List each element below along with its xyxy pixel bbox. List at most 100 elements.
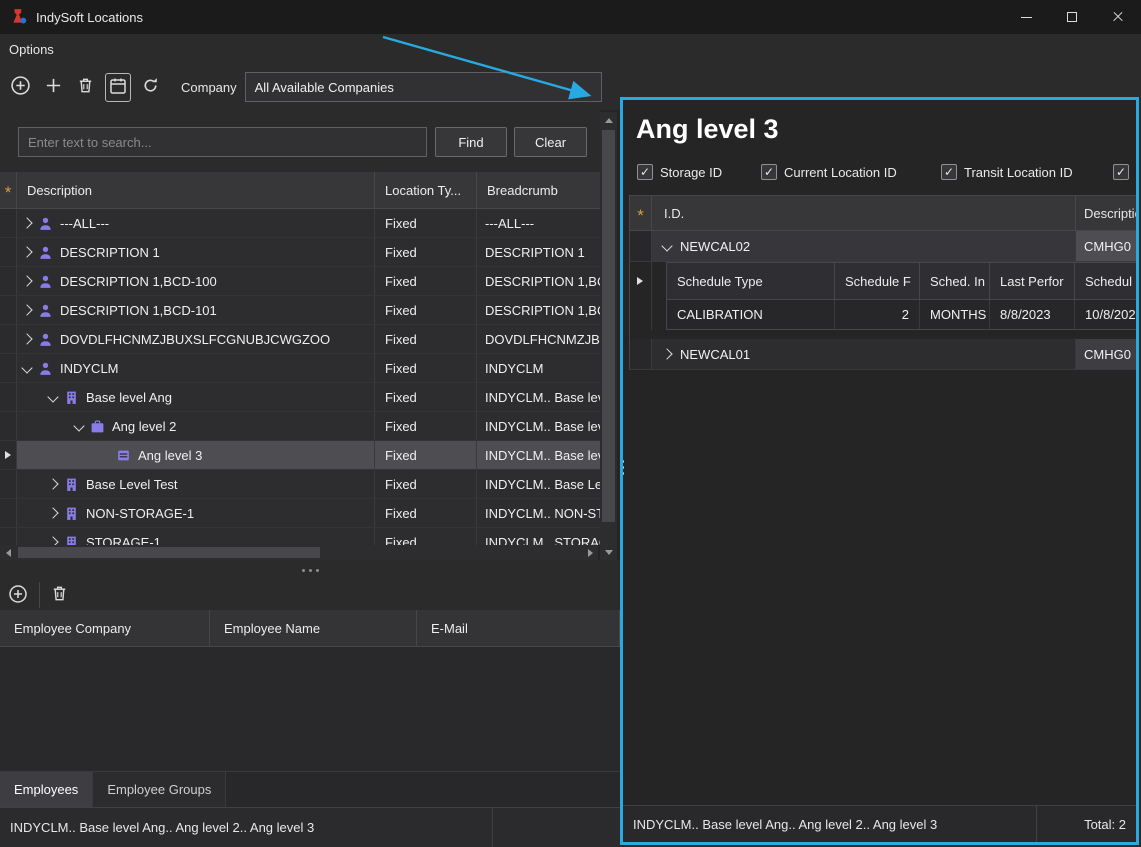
- column-header-description[interactable]: Description: [17, 172, 375, 208]
- scroll-right-button[interactable]: [582, 545, 598, 560]
- building-icon: [64, 535, 79, 546]
- expand-chevron-icon[interactable]: [21, 275, 32, 286]
- location-tree-row[interactable]: STORAGE-1 Fixed INDYCLM.. STORAGE-1: [0, 528, 600, 545]
- location-tree-row[interactable]: DESCRIPTION 1 Fixed DESCRIPTION 1: [0, 238, 600, 267]
- tree-horizontal-scrollbar[interactable]: [0, 545, 598, 560]
- column-header-location-type[interactable]: Location Ty...: [375, 172, 477, 208]
- location-tree-row[interactable]: Ang level 2 Fixed INDYCLM.. Base level A…: [0, 412, 600, 441]
- column-header-schedule-interval[interactable]: Sched. In: [920, 263, 990, 299]
- add-employee-button[interactable]: [5, 581, 31, 610]
- location-tree-row[interactable]: ---ALL--- Fixed ---ALL---: [0, 209, 600, 238]
- location-tree-row[interactable]: Base level Ang Fixed INDYCLM.. Base leve…: [0, 383, 600, 412]
- location-type: Fixed: [375, 528, 477, 545]
- location-description: DESCRIPTION 1: [60, 245, 160, 260]
- employee-column-header[interactable]: Employee Company: [0, 610, 210, 646]
- company-select[interactable]: All Available Companies: [245, 72, 602, 102]
- minimize-button[interactable]: [1003, 0, 1049, 34]
- search-bar: Find Clear: [0, 110, 600, 172]
- clear-button[interactable]: Clear: [514, 127, 587, 157]
- maximize-button[interactable]: [1049, 0, 1095, 34]
- id-row-newcal02[interactable]: NEWCAL02 CMHG0: [629, 231, 1139, 262]
- add-button[interactable]: [41, 73, 66, 101]
- location-tree-row[interactable]: Base Level Test Fixed INDYCLM.. Base Lev…: [0, 470, 600, 499]
- scroll-down-button[interactable]: [600, 544, 617, 560]
- row-marker: [0, 412, 17, 440]
- location-tree-row[interactable]: DOVDLFHCNMZJBUXSLFCGNUBJCWGZOO Fixed DOV…: [0, 325, 600, 354]
- expand-chevron-icon[interactable]: [47, 478, 58, 489]
- schedule-button[interactable]: [105, 73, 131, 102]
- tab-employee-groups[interactable]: Employee Groups: [93, 772, 226, 807]
- tree-vertical-scrollbar[interactable]: [600, 112, 617, 560]
- location-tree-row[interactable]: DESCRIPTION 1,BCD-101 Fixed DESCRIPTION …: [0, 296, 600, 325]
- new-row-header-cell: *: [630, 196, 652, 230]
- column-header-scheduled[interactable]: Schedul: [1075, 263, 1139, 299]
- menu-options[interactable]: Options: [0, 42, 63, 57]
- checkbox-icon[interactable]: ✓: [761, 164, 777, 180]
- scheduled-value: 10/8/202: [1075, 300, 1139, 329]
- expand-chevron-icon[interactable]: [661, 348, 672, 359]
- id-row-newcal01[interactable]: NEWCAL01 CMHG0: [629, 339, 1139, 370]
- expand-chevron-icon[interactable]: [21, 362, 32, 373]
- id-filter-checkboxes: ✓Storage ID ✓Current Location ID ✓Transit …: [623, 164, 1136, 190]
- scroll-left-button[interactable]: [0, 545, 16, 560]
- expand-chevron-icon[interactable]: [47, 507, 58, 518]
- delete-button[interactable]: [73, 73, 98, 101]
- employee-column-header[interactable]: Employee Name: [210, 610, 417, 646]
- checkbox-icon[interactable]: ✓: [941, 164, 957, 180]
- close-icon: [1112, 11, 1124, 23]
- location-description: NON-STORAGE-1: [86, 506, 194, 521]
- column-header-last-performed[interactable]: Last Perfor: [990, 263, 1075, 299]
- column-header-schedule-type[interactable]: Schedule Type: [667, 263, 835, 299]
- checkbox-icon[interactable]: ✓: [1113, 164, 1129, 180]
- location-type: Fixed: [375, 412, 477, 440]
- checkbox-icon[interactable]: ✓: [637, 164, 653, 180]
- delete-employee-button[interactable]: [47, 581, 72, 609]
- column-header-description[interactable]: Description: [1076, 196, 1139, 230]
- checkbox-extra[interactable]: ✓: [1113, 164, 1129, 180]
- location-tree-row[interactable]: DESCRIPTION 1,BCD-100 Fixed DESCRIPTION …: [0, 267, 600, 296]
- schedule-row[interactable]: CALIBRATION 2 MONTHS 8/8/2023 10/8/202: [667, 300, 1139, 330]
- tab-employees[interactable]: Employees: [0, 772, 93, 807]
- add-location-button[interactable]: [7, 72, 34, 102]
- column-header-breadcrumb[interactable]: Breadcrumb: [477, 172, 600, 208]
- vertical-scroll-thumb[interactable]: [602, 130, 615, 522]
- expand-chevron-icon[interactable]: [661, 240, 672, 251]
- company-label: Company: [181, 80, 237, 95]
- location-breadcrumb: INDYCLM: [477, 354, 600, 382]
- column-header-id[interactable]: I.D.: [652, 196, 1076, 230]
- location-breadcrumb: DESCRIPTION 1: [477, 238, 600, 266]
- checkbox-storage-id[interactable]: ✓Storage ID: [637, 164, 722, 180]
- location-tree-row[interactable]: INDYCLM Fixed INDYCLM: [0, 354, 600, 383]
- search-input[interactable]: [18, 127, 427, 157]
- expand-chevron-icon[interactable]: [21, 304, 32, 315]
- employee-grid-body[interactable]: [0, 647, 620, 772]
- new-row-header-cell: *: [0, 172, 17, 208]
- expand-chevron-icon[interactable]: [21, 246, 32, 257]
- expand-chevron-icon[interactable]: [21, 333, 32, 344]
- location-pin-icon: [38, 361, 53, 376]
- expand-chevron-icon[interactable]: [47, 536, 58, 545]
- expand-chevron-icon[interactable]: [21, 217, 32, 228]
- checkbox-current-location-id[interactable]: ✓Current Location ID: [761, 164, 897, 180]
- location-type: Fixed: [375, 238, 477, 266]
- detail-total-count: Total: 2: [1036, 806, 1136, 842]
- expand-chevron-icon[interactable]: [47, 391, 58, 402]
- location-type: Fixed: [375, 441, 477, 469]
- row-marker: [0, 470, 17, 498]
- location-tree-row[interactable]: NON-STORAGE-1 Fixed INDYCLM.. NON-STORAG…: [0, 499, 600, 528]
- location-tree-row[interactable]: Ang level 3 Fixed INDYCLM.. Base level A…: [0, 441, 600, 470]
- close-button[interactable]: [1095, 0, 1141, 34]
- location-description: STORAGE-1: [86, 535, 161, 546]
- location-breadcrumb: INDYCLM.. Base level Ang.. Ang level 2..…: [477, 441, 600, 469]
- panel-splitter[interactable]: [0, 560, 620, 580]
- refresh-button[interactable]: [138, 73, 163, 101]
- horizontal-scroll-thumb[interactable]: [18, 547, 320, 558]
- maximize-icon: [1067, 12, 1077, 22]
- find-button[interactable]: Find: [435, 127, 507, 157]
- column-header-schedule-frequency[interactable]: Schedule F: [835, 263, 920, 299]
- checkbox-transit-location-id[interactable]: ✓Transit Location ID: [941, 164, 1073, 180]
- panel-splitter-grip-icon[interactable]: [621, 460, 624, 475]
- expand-chevron-icon[interactable]: [73, 420, 84, 431]
- scroll-up-button[interactable]: [600, 112, 617, 128]
- employee-column-header[interactable]: E-Mail: [417, 610, 620, 646]
